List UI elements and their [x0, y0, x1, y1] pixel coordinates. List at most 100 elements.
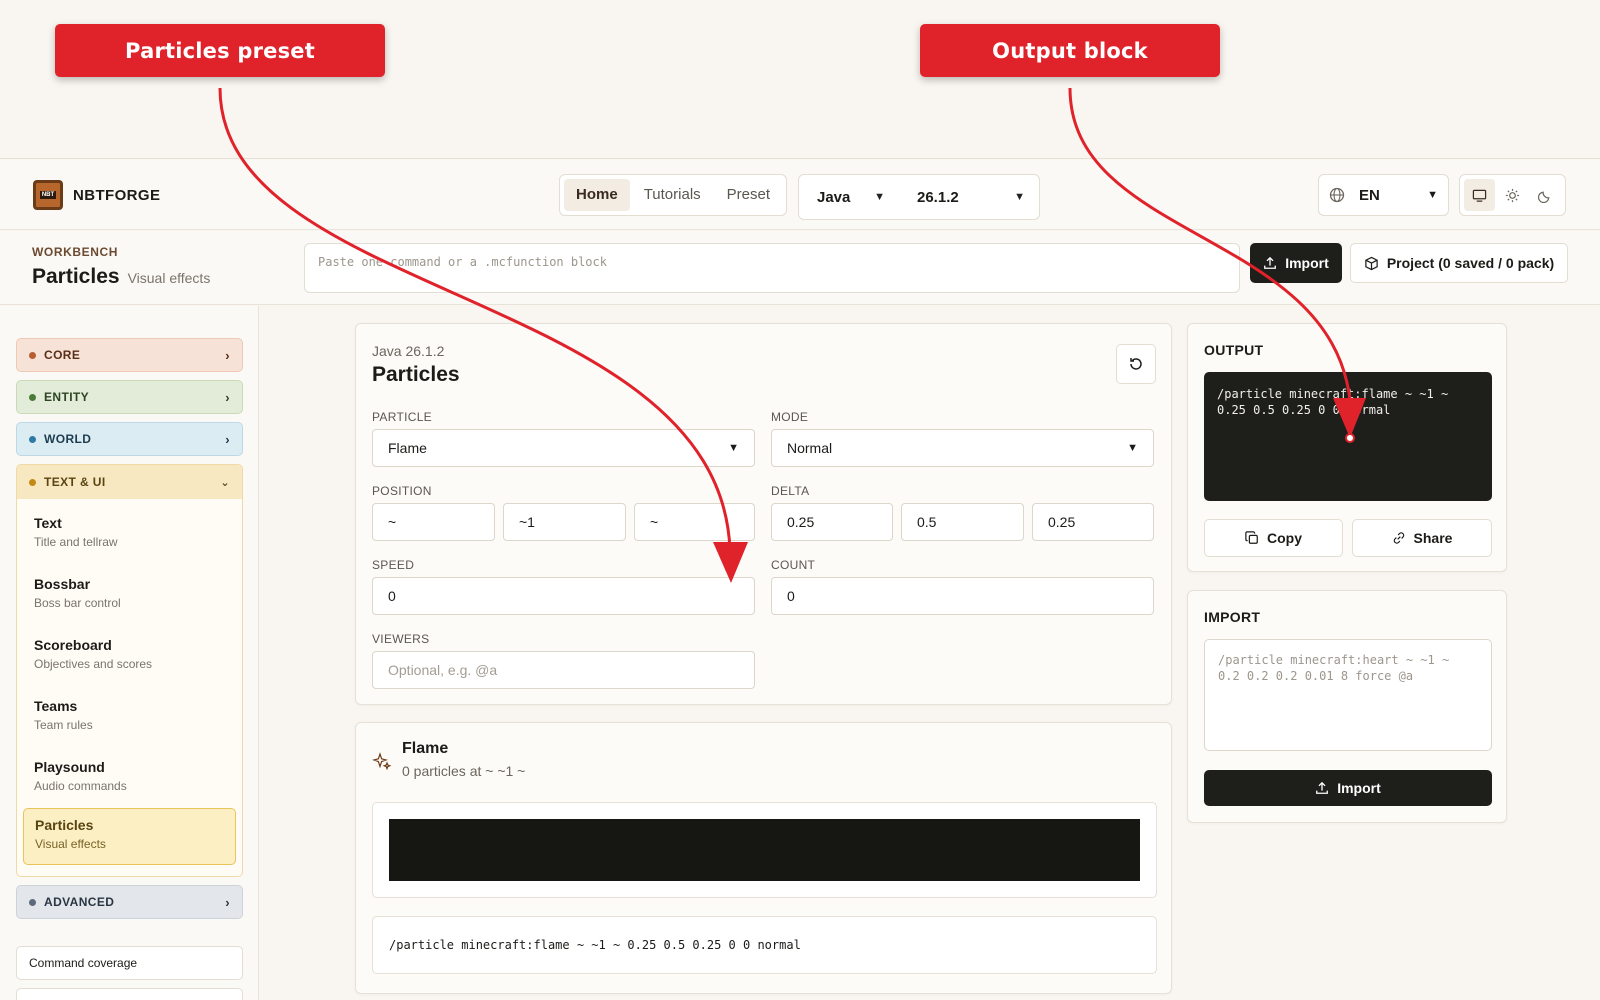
share-button[interactable]: Share — [1352, 519, 1492, 557]
brand[interactable]: NBT NBTFORGE — [33, 180, 160, 210]
page-subtitle: Visual effects — [127, 270, 211, 286]
theme-switcher — [1459, 174, 1566, 216]
position-y-input[interactable]: ~1 — [503, 503, 626, 541]
package-icon — [1365, 256, 1378, 270]
preview-command: /particle minecraft:flame ~ ~1 ~ 0.25 0.… — [372, 916, 1157, 974]
language-select[interactable]: EN ▼ — [1318, 174, 1449, 216]
particle-preview-card: Flame 0 particles at ~ ~1 ~ /particle mi… — [355, 722, 1172, 994]
delta-y-input[interactable]: 0.5 — [901, 503, 1024, 541]
sidebar: CORE › ENTITY › WORLD › TEXT & UI ⌄ Text… — [0, 306, 259, 1000]
sidebar-item-desc: Audio commands — [34, 779, 127, 793]
import-title: IMPORT — [1204, 609, 1261, 625]
brand-logo: NBT — [33, 180, 63, 210]
copy-label: Copy — [1267, 530, 1302, 546]
workbench-label: WORKBENCH — [32, 245, 119, 259]
chevron-right-icon: › — [225, 431, 230, 447]
upload-icon — [1316, 781, 1329, 794]
delta-z-input[interactable]: 0.25 — [1032, 503, 1154, 541]
output-code-line: 0.25 0.5 0.25 0 0 normal — [1217, 403, 1391, 417]
sidebar-item-bossbar[interactable]: Bossbar Boss bar control — [23, 568, 236, 625]
paste-command-input[interactable]: Paste one command or a .mcfunction block — [304, 243, 1240, 293]
mode-label: MODE — [771, 410, 809, 424]
mode-select[interactable]: Normal ▼ — [771, 429, 1154, 467]
import-button[interactable]: Import — [1204, 770, 1492, 806]
sidebar-item-text[interactable]: Text Title and tellraw — [23, 507, 236, 564]
category-dot — [29, 351, 36, 359]
sidebar-category-text-ui-header[interactable]: TEXT & UI ⌄ — [17, 465, 242, 499]
sidebar-item-desc: Team rules — [34, 718, 93, 732]
category-label: TEXT & UI — [44, 475, 106, 489]
annotation-area: Particles preset Output block — [0, 0, 1600, 159]
moon-icon[interactable] — [1530, 179, 1561, 211]
category-label: WORLD — [44, 432, 92, 446]
edition-select[interactable]: Java ▼ — [799, 189, 899, 206]
output-card: OUTPUT /particle minecraft:flame ~ ~1 ~ … — [1187, 323, 1507, 572]
output-code-block[interactable]: /particle minecraft:flame ~ ~1 ~ 0.25 0.… — [1204, 372, 1492, 501]
output-code-line: /particle minecraft:flame ~ ~1 ~ — [1217, 387, 1449, 401]
sidebar-item-label: Playsound — [34, 759, 105, 775]
sidebar-item-desc: Visual effects — [35, 837, 106, 851]
callout-output-block: Output block — [920, 24, 1220, 77]
sidebar-category-advanced[interactable]: ADVANCED › — [16, 885, 243, 919]
command-coverage-link[interactable]: Command coverage — [16, 946, 243, 980]
chevron-down-icon: ▼ — [1014, 191, 1025, 203]
brand-name: NBTFORGE — [73, 186, 161, 204]
position-x-input[interactable]: ~ — [372, 503, 495, 541]
page-title-text: Particles — [32, 265, 120, 288]
delta-x-input[interactable]: 0.25 — [771, 503, 893, 541]
count-input[interactable]: 0 — [771, 577, 1154, 615]
viewers-input[interactable]: Optional, e.g. @a — [372, 651, 755, 689]
sun-icon[interactable] — [1497, 179, 1528, 211]
monitor-icon[interactable] — [1464, 179, 1495, 211]
sidebar-category-text-ui: TEXT & UI ⌄ Text Title and tellraw Bossb… — [16, 464, 243, 877]
language-value: EN — [1359, 186, 1380, 204]
chevron-right-icon: › — [225, 389, 230, 405]
callout-particles-preset: Particles preset — [55, 24, 385, 77]
tab-preset[interactable]: Preset — [715, 179, 782, 211]
category-dot — [29, 898, 36, 906]
upload-icon — [1264, 256, 1277, 269]
chevron-right-icon: › — [225, 347, 230, 363]
sidebar-item-teams[interactable]: Teams Team rules — [23, 690, 236, 747]
share-label: Share — [1413, 530, 1453, 546]
tab-home[interactable]: Home — [564, 179, 630, 211]
preview-subtitle: 0 particles at ~ ~1 ~ — [402, 763, 526, 779]
project-button[interactable]: Project (0 saved / 0 pack) — [1350, 243, 1568, 283]
sidebar-item-playsound[interactable]: Playsound Audio commands — [23, 751, 236, 808]
reset-button[interactable] — [1116, 344, 1156, 384]
page-title: Particles Visual effects — [32, 265, 210, 289]
speed-input[interactable]: 0 — [372, 577, 755, 615]
sidebar-project-link[interactable]: Project (0 saved / 0 pack) — [16, 988, 243, 1000]
workbench-import-button[interactable]: Import — [1250, 243, 1342, 283]
sidebar-category-core[interactable]: CORE › — [16, 338, 243, 372]
chevron-down-icon: ▼ — [874, 191, 885, 203]
version-select[interactable]: 26.1.2 ▼ — [899, 189, 1039, 206]
category-dot — [29, 478, 36, 486]
category-label: CORE — [44, 348, 81, 362]
import-textarea[interactable]: /particle minecraft:heart ~ ~1 ~ 0.2 0.2… — [1204, 639, 1492, 751]
import-card: IMPORT /particle minecraft:heart ~ ~1 ~ … — [1187, 590, 1507, 823]
edition-value: Java — [817, 188, 851, 206]
nav-tabs: Home Tutorials Preset — [559, 174, 788, 216]
reset-icon — [1130, 358, 1142, 370]
project-label: Project (0 saved / 0 pack) — [1386, 255, 1555, 271]
sidebar-category-entity[interactable]: ENTITY › — [16, 380, 243, 414]
sidebar-category-world[interactable]: WORLD › — [16, 422, 243, 456]
sidebar-item-particles[interactable]: Particles Visual effects — [23, 808, 236, 865]
chevron-down-icon: ▼ — [1127, 442, 1138, 454]
position-z-input[interactable]: ~ — [634, 503, 755, 541]
version-value: 26.1.2 — [917, 188, 959, 206]
sparkle-icon — [372, 752, 392, 771]
category-label: ENTITY — [44, 390, 90, 404]
copy-button[interactable]: Copy — [1204, 519, 1343, 557]
particle-label: PARTICLE — [372, 410, 432, 424]
chevron-down-icon: ⌄ — [220, 476, 230, 489]
sidebar-item-label: Particles — [35, 817, 94, 833]
particle-select[interactable]: Flame ▼ — [372, 429, 755, 467]
copy-icon — [1245, 531, 1258, 544]
sidebar-item-scoreboard[interactable]: Scoreboard Objectives and scores — [23, 629, 236, 686]
globe-icon — [1329, 187, 1345, 203]
tab-tutorials[interactable]: Tutorials — [632, 179, 713, 211]
chevron-down-icon: ▼ — [1427, 189, 1438, 201]
editor-title: Particles — [372, 363, 460, 386]
